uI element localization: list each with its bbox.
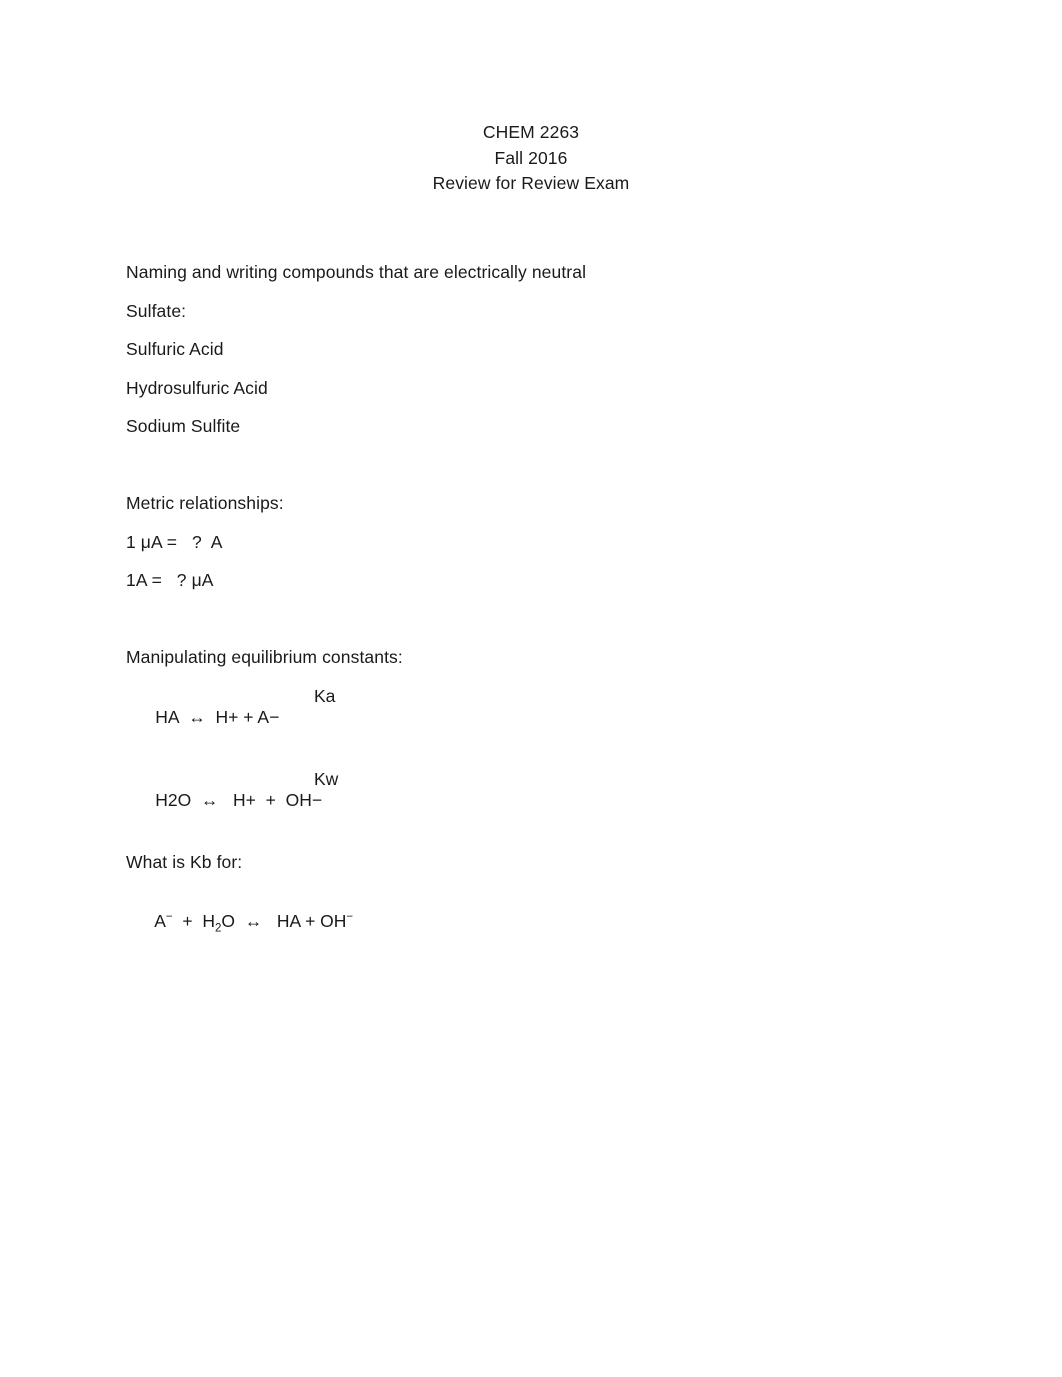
- eq2-plus-sign: +: [265, 789, 276, 810]
- equation-acid-dissociation: HA ↔ H+ + A− Ka: [126, 686, 946, 749]
- document-page: CHEM 2263 Fall 2016 Review for Review Ex…: [0, 0, 1062, 1377]
- eq3-product-hydroxide: OH: [320, 911, 347, 931]
- eq3-plus-sign-2: +: [305, 911, 316, 931]
- title-course-code: CHEM 2263: [482, 122, 580, 142]
- eq2-product-hydroxide-charge: −: [311, 789, 323, 810]
- eq1-product-hydrogen-charge: +: [228, 706, 239, 727]
- eq2-product-hydroxide: OH: [285, 789, 312, 810]
- eq2-reactant-subscript: 2: [167, 789, 178, 810]
- title-subject: Review for Review Exam: [432, 173, 630, 193]
- eq1-product-hydrogen: H: [215, 706, 229, 727]
- eq2-equilibrium-arrow-icon: ↔: [200, 789, 219, 810]
- metric-conversion-amp-to-microamp: 1A = ? μA: [126, 570, 214, 590]
- eq3-reactant-anion-charge: −: [165, 911, 173, 924]
- document-body: Naming and writing compounds that are el…: [126, 262, 946, 973]
- eq1-product-anion-charge: −: [269, 706, 280, 727]
- title-term: Fall 2016: [494, 147, 568, 168]
- equation-water-autoionization: H2O ↔ H+ + OH− Kw: [126, 769, 946, 832]
- eq1-reactant: HA: [155, 706, 179, 727]
- eq2-reactant-oxygen: O: [177, 789, 192, 810]
- document-title-block: CHEM 2263 Fall 2016 Review for Review Ex…: [0, 120, 1062, 197]
- eq1-equilibrium-arrow-icon: ↔: [188, 706, 206, 727]
- eq3-product-hydroxide-charge: −: [346, 911, 354, 924]
- eq1-plus-sign: +: [243, 706, 254, 727]
- naming-item-sulfate: Sulfate:: [126, 300, 187, 321]
- metric-conversion-microamp-to-amp: 1 μA = ? A: [126, 531, 223, 552]
- naming-section-heading: Naming and writing compounds that are el…: [126, 262, 587, 282]
- eq2-product-hydrogen-charge: +: [245, 789, 256, 810]
- equation-base-hydrolysis: A− + H2O ↔ HA + OH−: [126, 890, 946, 953]
- eq3-equilibrium-arrow-icon: ↔: [244, 911, 263, 931]
- eq3-reactant-water-hydrogen: H: [202, 911, 215, 931]
- eq1-constant-label: Ka: [314, 685, 336, 706]
- eq2-reactant-hydrogen: H: [155, 789, 168, 810]
- naming-item-sulfuric-acid: Sulfuric Acid: [126, 339, 224, 359]
- eq2-constant-label: Kw: [314, 768, 339, 789]
- eq3-reactant-anion: A: [154, 911, 166, 931]
- kb-question: What is Kb for:: [126, 851, 243, 872]
- naming-item-sodium-sulfite: Sodium Sulfite: [126, 416, 241, 436]
- eq2-product-hydrogen: H: [233, 789, 246, 810]
- eq3-reactant-water-oxygen: O: [221, 911, 235, 931]
- eq3-plus-sign-1: +: [182, 911, 193, 931]
- eq3-product-acid: HA: [276, 911, 301, 931]
- naming-item-hydrosulfuric-acid: Hydrosulfuric Acid: [126, 377, 268, 398]
- eq1-product-anion: A: [257, 706, 270, 727]
- metric-section-heading: Metric relationships:: [126, 493, 284, 513]
- equilibrium-section-heading: Manipulating equilibrium constants:: [126, 647, 403, 667]
